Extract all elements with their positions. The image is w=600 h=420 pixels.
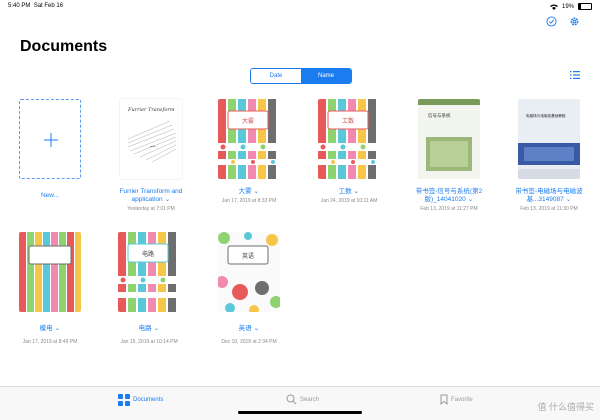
cover-text: 电磁场与电磁波基础教程 (526, 113, 566, 118)
chevron-down-icon[interactable]: ⌄ (353, 188, 359, 196)
chevron-down-icon[interactable]: ⌄ (566, 196, 572, 204)
status-bar: 5:40 PM Sat Feb 16 19% (0, 0, 600, 12)
book-cover: 信号与系统 (418, 99, 480, 179)
bookmark-icon (440, 394, 448, 405)
document-date: Feb 13, 2019 at 11:27 PM (420, 206, 478, 212)
status-date: Sat Feb 16 (33, 3, 64, 9)
sort-by-date-button[interactable]: Date (251, 69, 301, 83)
book-cover: 电磁场与电磁波基础教程 (518, 99, 580, 179)
gear-icon[interactable] (569, 16, 580, 27)
select-check-icon[interactable] (546, 16, 557, 27)
document-thumbnail[interactable]: 电磁场与电磁波基础教程 (518, 99, 580, 179)
tab-favorite-label: Favorite (451, 396, 473, 403)
document-date: Yesterday at 7:01 PM (127, 206, 175, 212)
notebook-cover: 工数 (318, 99, 380, 179)
document-date: Jan 24, 2019 at 10:11 AM (320, 198, 378, 204)
watermark: 值 什么值得买 (537, 402, 594, 412)
new-document-label: New... (40, 192, 60, 199)
notebook-cover: 电路 (118, 232, 180, 312)
sort-segmented-control: Date Name (250, 68, 352, 84)
document-name[interactable]: 带书签-信号与系统(第2版)_14041020 ⌄ (402, 188, 496, 204)
tab-documents[interactable]: Documents (118, 394, 163, 406)
document-name[interactable]: Furrier Transform and application ⌄ (104, 188, 198, 204)
wifi-icon (549, 4, 558, 10)
document-date: Dec 10, 2018 at 2:34 PM (221, 339, 277, 345)
cover-text: 英语 (242, 252, 254, 260)
tab-favorite[interactable]: Favorite (440, 394, 473, 405)
cover-text: 工数 (342, 117, 354, 125)
sort-by-name-button[interactable]: Name (301, 69, 351, 83)
chevron-down-icon[interactable]: ⌄ (54, 325, 60, 333)
document-thumbnail[interactable]: 工数 (318, 99, 380, 179)
cover-text: 电路 (142, 250, 154, 258)
chevron-down-icon[interactable]: ⌄ (468, 196, 474, 204)
home-indicator[interactable] (238, 411, 362, 414)
document-name[interactable]: 大雾 ⌄ (202, 188, 296, 196)
chevron-down-icon[interactable]: ⌄ (164, 196, 170, 204)
document-thumbnail[interactable]: Furrier Transform (120, 99, 182, 179)
status-time: 5:40 PM (8, 3, 31, 9)
list-view-icon[interactable] (570, 71, 580, 79)
document-thumbnail[interactable]: 大雾 (218, 99, 280, 179)
document-thumbnail[interactable]: 英语 (218, 232, 280, 312)
battery-percent: 19% (561, 3, 574, 10)
document-date: Jan 15, 2019 at 10:14 PM (120, 339, 178, 345)
cover-text: 大雾 (242, 117, 254, 125)
status-right: 19% (549, 3, 592, 10)
chevron-down-icon[interactable]: ⌄ (253, 188, 259, 196)
tab-bar: Documents Search Favorite (0, 386, 600, 420)
document-name[interactable]: 工数 ⌄ (302, 188, 396, 196)
document-name[interactable]: 英语 ⌄ (202, 325, 296, 333)
notebook-cover: 英语 (218, 232, 280, 312)
chevron-down-icon[interactable]: ⌄ (153, 325, 159, 333)
document-name[interactable]: 电路 ⌄ (102, 325, 196, 333)
document-date: Jan 17, 2019 at 8:33 PM (221, 198, 277, 204)
top-actions (546, 16, 580, 27)
search-icon (286, 394, 297, 405)
status-time-date: 5:40 PM Sat Feb 16 (8, 3, 63, 9)
notebook-cover: 大雾 (218, 99, 280, 179)
new-document-box[interactable] (19, 99, 81, 179)
page-title: Documents (20, 38, 108, 55)
plus-icon (44, 133, 58, 147)
cover-text: 信号与系统 (428, 112, 451, 119)
tab-documents-label: Documents (133, 397, 164, 403)
notebook-cover (19, 232, 81, 312)
document-thumbnail[interactable] (19, 232, 81, 312)
grid-icon (118, 394, 130, 406)
tab-search[interactable]: Search (286, 394, 319, 405)
document-date: Feb 13, 2019 at 11:30 PM (520, 206, 578, 212)
document-name[interactable]: 带书签-电磁场与电磁波基...3149087 ⌄ (502, 188, 596, 204)
cover-text: Furrier Transform (127, 107, 175, 113)
notes-thumbnail-drawing: Furrier Transform (127, 107, 177, 163)
tab-search-label: Search (300, 396, 320, 403)
battery-icon (578, 3, 592, 10)
chevron-down-icon[interactable]: ⌄ (253, 325, 259, 333)
document-date: Jan 17, 2019 at 8:49 PM (22, 339, 78, 345)
document-thumbnail[interactable]: 电路 (118, 232, 180, 312)
document-thumbnail[interactable]: 信号与系统 (418, 99, 480, 179)
document-name[interactable]: 模电 ⌄ (3, 325, 97, 333)
